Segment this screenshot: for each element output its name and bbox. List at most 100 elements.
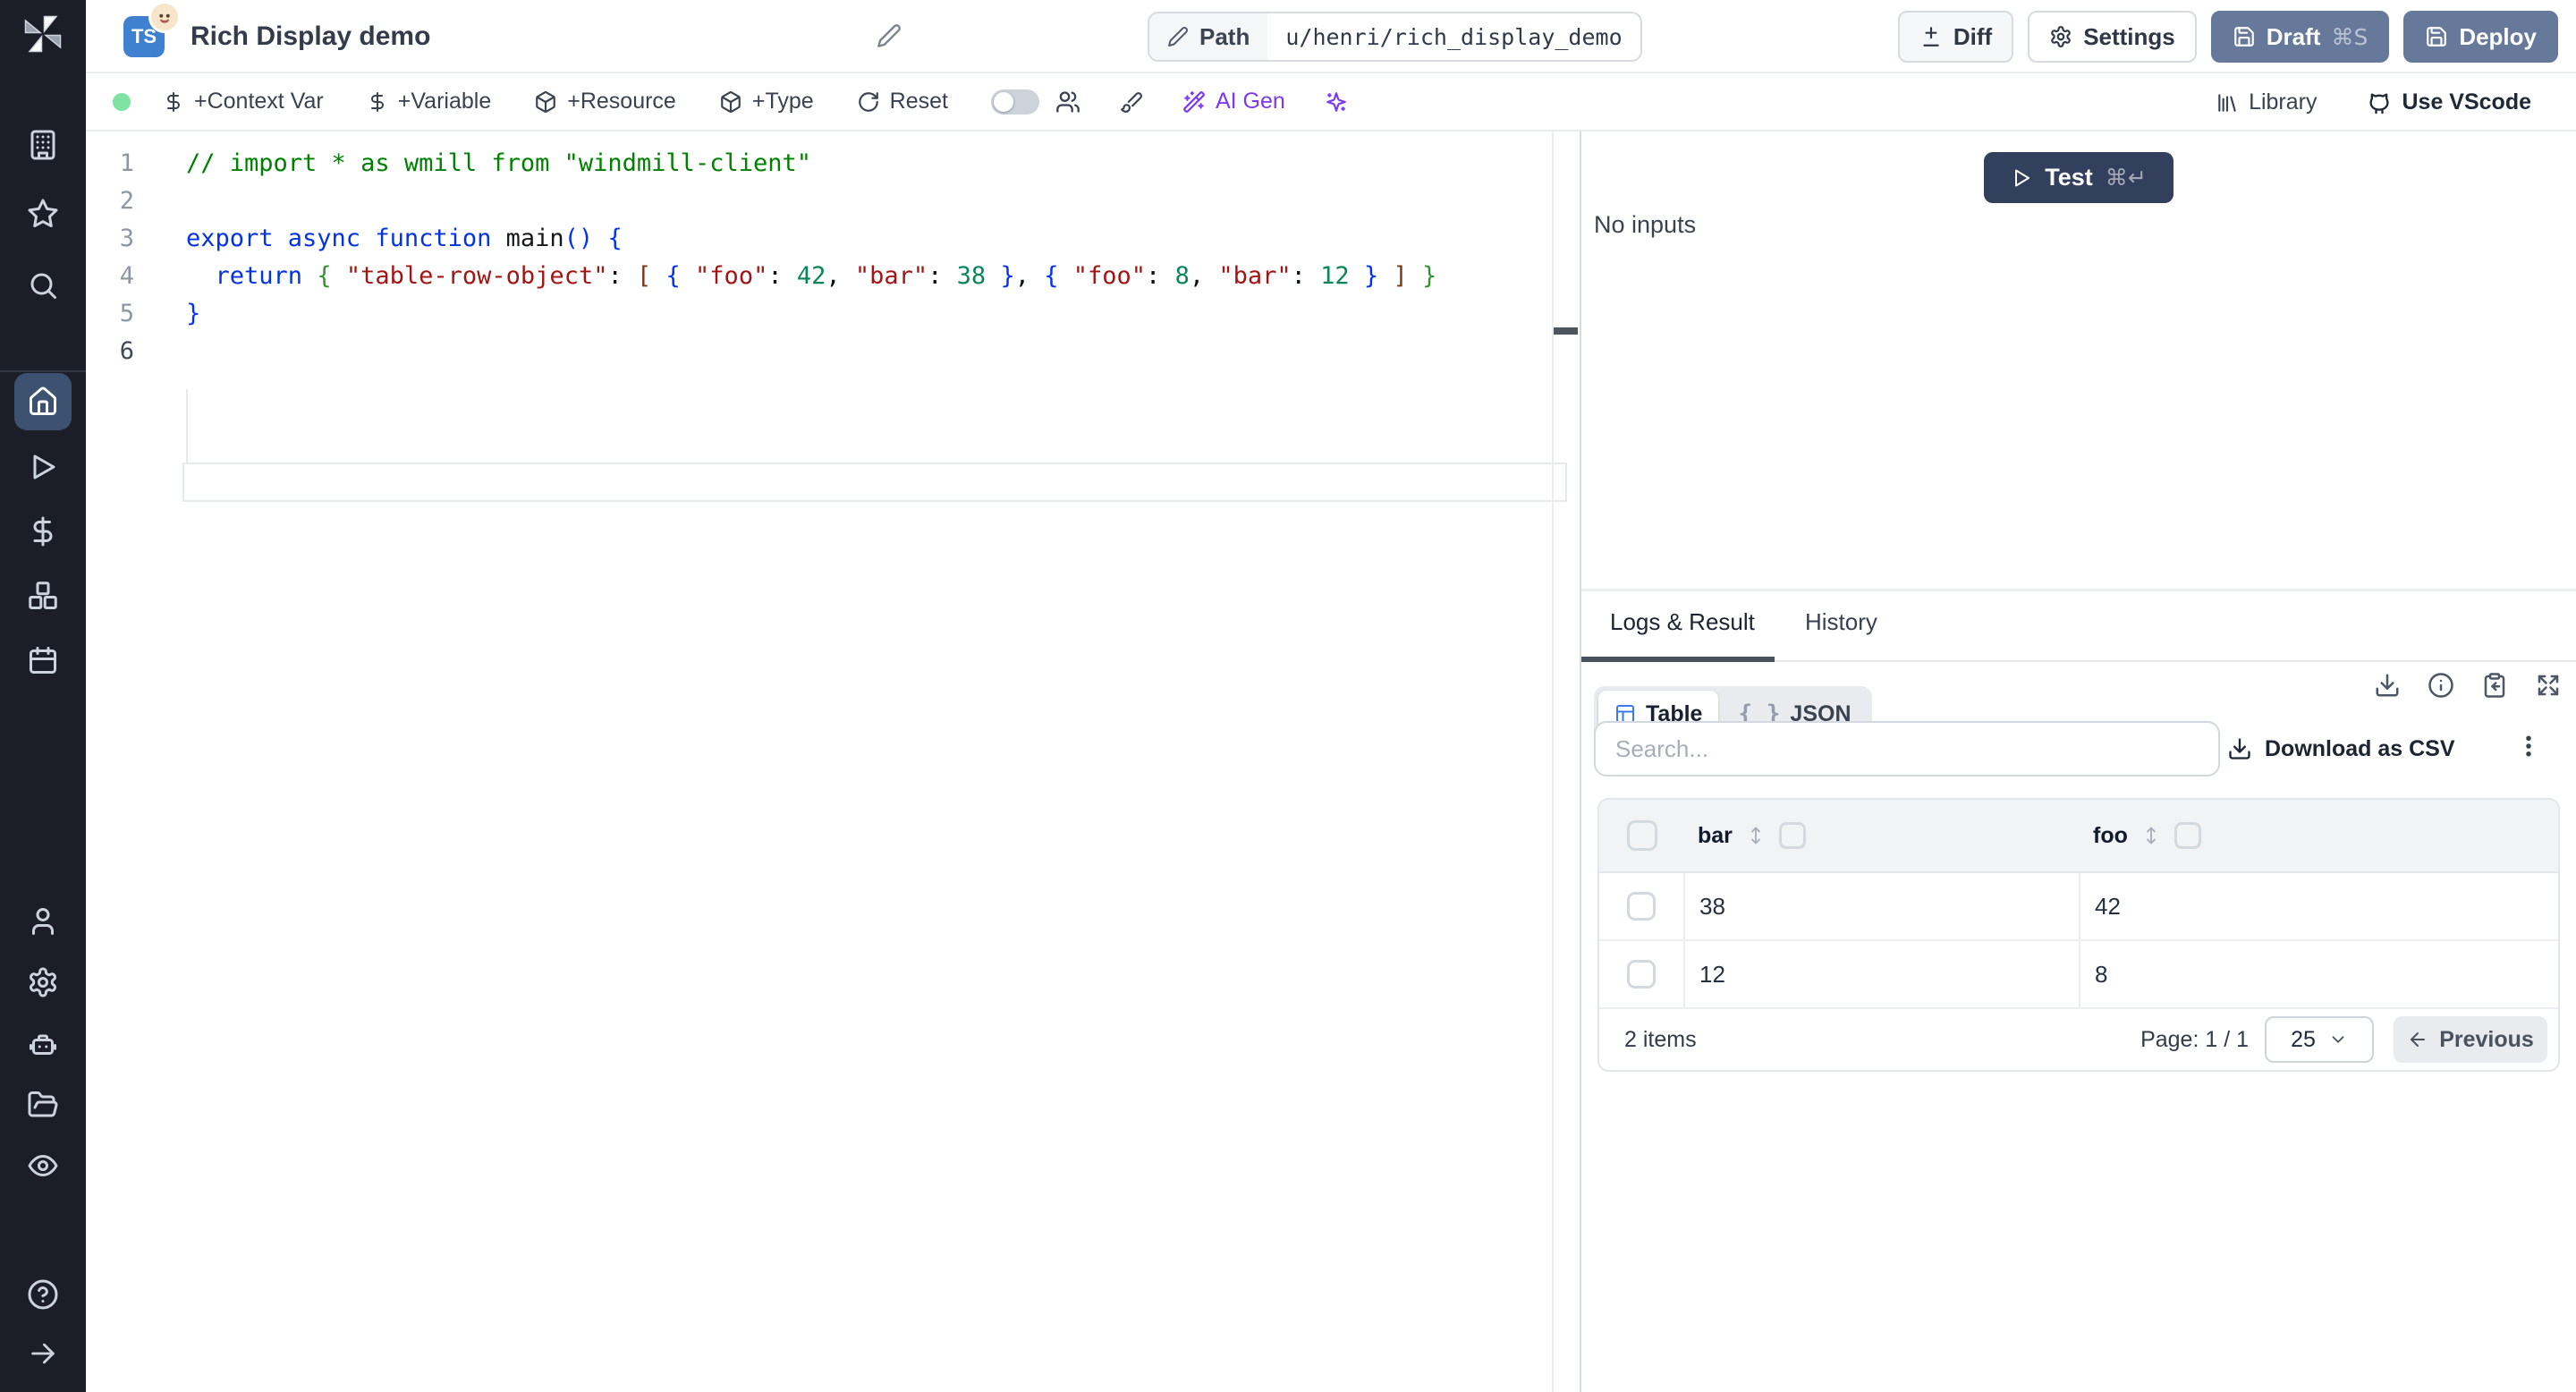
expand-sidebar-icon[interactable] [0,1338,86,1369]
play-icon[interactable] [0,451,86,483]
draft-button[interactable]: Draft ⌘S [2210,11,2390,63]
code-line: } [186,300,201,327]
download-icon [2229,738,2250,760]
rotate-icon [858,91,878,112]
settings-gear-icon[interactable] [0,966,86,998]
test-run-button[interactable]: Test ⌘↵ [1984,152,2174,203]
indent-guide [186,389,188,464]
vscode-cat-icon [2369,93,2389,114]
path-value: u/henri/rich_display_demo [1285,23,1623,50]
star-icon[interactable] [0,198,86,230]
sort-icon[interactable] [2140,825,2162,846]
dollar-icon [167,91,180,112]
user-icon[interactable] [0,905,86,938]
help-icon[interactable] [0,1278,86,1311]
clipboard-copy-icon[interactable] [2481,672,2508,699]
boxes-icon[interactable] [0,580,86,612]
page-title: Rich Display demo [191,21,431,51]
row-checkbox[interactable] [1627,960,1656,989]
dollar-icon [370,91,384,112]
code-line: export async function main() { [186,225,623,252]
editor-scrollbar-track[interactable] [1552,132,1554,1392]
page-size-select[interactable]: 25 [2265,1016,2374,1063]
edit-title-pencil-icon[interactable] [877,23,902,48]
download-icon[interactable] [2374,672,2401,699]
code-line: return { "table-row-object": [ { "foo": … [215,262,1437,290]
cell-bar: 38 [1699,892,1725,920]
reset-button[interactable]: Reset [857,89,948,115]
save-icon [2233,27,2254,47]
add-resource-button[interactable]: +Resource [534,89,676,115]
sort-icon[interactable] [1745,825,1767,846]
diff-icon [1923,27,1939,47]
windmill-logo[interactable] [0,13,86,55]
emoji-avatar [148,1,181,33]
previous-page-button[interactable]: Previous [2394,1016,2547,1063]
eye-icon[interactable] [0,1150,86,1182]
column-filter-bar[interactable] [1778,822,1806,849]
line-number: 4 [119,262,134,290]
use-vscode-button[interactable]: Use VScode [2367,89,2531,115]
preview-panel: Test ⌘↵ No inputs Logs & Result History … [1581,132,2576,1392]
code-editor[interactable]: 1 // import * as wmill from "windmill-cli… [86,132,1580,1392]
download-csv-button[interactable]: Download as CSV [2227,721,2455,777]
path-label: Path [1199,22,1250,50]
table-menu-kebab[interactable] [2515,733,2542,760]
panel-splitter-horizontal[interactable] [1581,589,2576,591]
format-brush-icon[interactable] [1120,90,1143,114]
line-number: 1 [119,149,134,177]
search-input[interactable] [1594,721,2220,777]
home-icon[interactable] [14,373,72,430]
deploy-button[interactable]: Deploy [2403,11,2558,63]
scrollbar-cursor-mark [1554,327,1578,335]
column-filter-foo[interactable] [2174,822,2201,849]
cell-foo: 8 [2095,960,2108,988]
cell-foo: 42 [2095,892,2121,920]
add-context-var-button[interactable]: +Context Var [163,89,324,115]
expand-icon[interactable] [2535,672,2562,699]
column-header-bar[interactable]: bar [1698,823,1733,849]
table-footer: 2 items Page: 1 / 1 25 Previous [1599,1009,2558,1070]
status-dot [113,92,131,111]
tab-history[interactable]: History [1805,608,1877,636]
bot-icon[interactable] [0,1028,86,1060]
line-number: 6 [119,337,134,365]
active-tab-underline [1581,657,1775,662]
sparkles-icon[interactable] [1325,90,1348,114]
line-number: 5 [119,300,134,327]
draft-shortcut: ⌘S [2331,23,2368,50]
save-icon [2427,27,2447,47]
settings-button[interactable]: Settings [2028,11,2197,63]
ai-gen-button[interactable]: AI Gen [1182,89,1285,115]
folder-open-icon[interactable] [0,1089,86,1121]
buildings-icon[interactable] [0,129,86,161]
line-number: 2 [119,187,134,215]
column-header-foo[interactable]: foo [2093,823,2128,849]
table-row: 12 8 [1599,941,2558,1009]
row-checkbox[interactable] [1627,892,1656,921]
library-icon [2218,93,2236,112]
pencil-icon [1168,27,1189,47]
arrow-left-icon [2411,1032,2426,1047]
editor-toolbar: +Context Var +Variable +Resource +Type R… [86,73,2576,132]
select-all-checkbox[interactable] [1627,820,1657,851]
package-icon [721,90,741,113]
users-icon[interactable] [1055,89,1080,115]
add-type-button[interactable]: +Type [719,89,814,115]
diff-button[interactable]: Diff [1897,11,2014,63]
dollar-icon[interactable] [0,515,86,547]
cell-bar: 12 [1699,960,1725,988]
line-number: 3 [119,225,134,252]
calendar-icon[interactable] [0,644,86,676]
tab-logs-result[interactable]: Logs & Result [1610,608,1755,636]
chevron-down-icon [2332,1036,2344,1043]
add-variable-button[interactable]: +Variable [367,89,491,115]
result-actions [2374,672,2562,699]
library-button[interactable]: Library [2216,89,2317,115]
search-icon[interactable] [0,269,86,301]
info-icon[interactable] [2428,672,2454,699]
header-actions: Diff Settings Draft ⌘S Deploy [1897,11,2558,63]
page-indicator: Page: 1 / 1 [2140,1026,2249,1052]
script-path-field[interactable]: Path u/henri/rich_display_demo [1148,12,1642,62]
diff-mode-toggle[interactable] [990,89,1039,115]
